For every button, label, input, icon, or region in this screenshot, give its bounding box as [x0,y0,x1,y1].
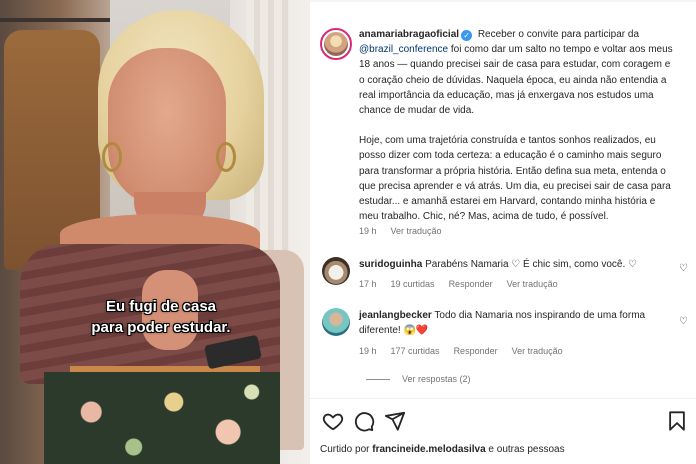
author-avatar[interactable] [320,28,352,60]
comment-reply[interactable]: Responder [449,279,493,289]
comment-see-translation[interactable]: Ver tradução [512,346,563,356]
comment-like-heart-icon[interactable]: ♡ [679,263,688,274]
video-caption: Eu fugi de casa para poder estudar. [76,296,246,338]
liked-by-prefix: Curtido por [320,444,370,455]
post-detail-panel: anamariabragaoficial ✓ Receber o convite … [310,0,696,464]
post-video[interactable]: Eu fugi de casa para poder estudar. [0,0,310,464]
post-see-translation[interactable]: Ver tradução [391,226,442,236]
author-username[interactable]: anamariabragaoficial [359,29,459,40]
commenter-avatar[interactable] [322,308,350,336]
mention-link[interactable]: @brazil_conference [359,44,448,55]
post-action-bar [320,410,690,434]
commenter-avatar[interactable] [322,257,350,285]
comment-likes[interactable]: 19 curtidas [391,279,435,289]
replies-divider-line [366,378,390,380]
comment-meta: 19 h 177 curtidas Responder Ver tradução [359,346,563,356]
caption-text-1a: Receber o convite para participar da [477,29,640,40]
section-divider [310,398,696,399]
post-caption: anamariabragaoficial ✓ Receber o convite … [359,27,677,224]
comment: jeanlangbecker Todo dia Namaria nos insp… [359,308,659,338]
caption-text-2: Hoje, com uma trajetória construída e ta… [359,135,671,223]
liked-by-user[interactable]: francineide.melodasilva [372,444,485,455]
commenter-username[interactable]: suridoguinha [359,259,422,270]
liked-by-line: Curtido por francineide.melodasilva e ou… [320,444,565,455]
post-time: 19 h [359,226,377,236]
video-caption-line2: para poder estudar. [91,319,231,336]
send-icon[interactable] [384,410,406,432]
woman-figure [20,0,280,464]
comment-text: Parabéns Namaria ♡ É chic sim, como você… [425,259,638,270]
comment-see-translation[interactable]: Ver tradução [507,279,558,289]
heart-icon[interactable] [322,410,344,432]
verified-badge-icon: ✓ [461,30,473,41]
comment: suridoguinha Parabéns Namaria ♡ É chic s… [359,257,659,272]
comment-like-heart-icon[interactable]: ♡ [679,316,688,327]
liked-by-suffix[interactable]: e outras pessoas [488,444,564,455]
comments-scroll-area[interactable]: anamariabragaoficial ✓ Receber o convite … [310,0,696,395]
bookmark-icon[interactable] [666,410,688,432]
comment-meta: 17 h 19 curtidas Responder Ver tradução [359,279,558,289]
commenter-username[interactable]: jeanlangbecker [359,310,432,321]
view-replies-label: Ver respostas (2) [402,374,471,384]
comment-icon[interactable] [353,410,375,432]
comment-likes[interactable]: 177 curtidas [391,346,440,356]
comment-time: 19 h [359,346,377,356]
comment-time: 17 h [359,279,377,289]
comment-reply[interactable]: Responder [454,346,498,356]
video-caption-line1: Eu fugi de casa [105,298,217,315]
view-replies-button[interactable]: Ver respostas (2) [366,374,471,384]
post-meta: 19 h Ver tradução [359,226,442,236]
